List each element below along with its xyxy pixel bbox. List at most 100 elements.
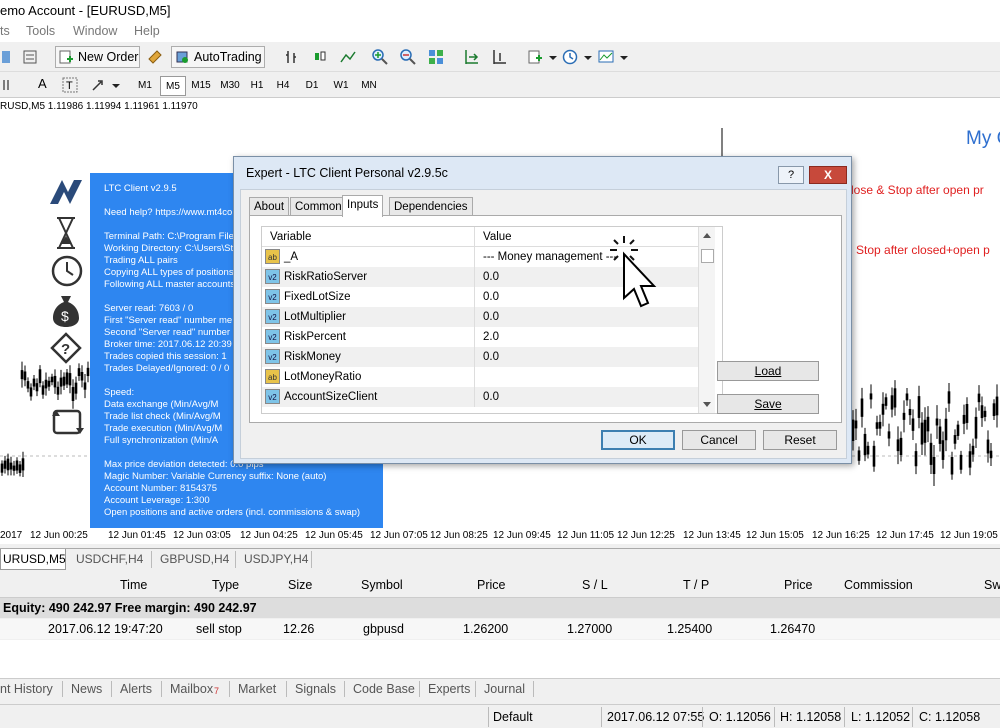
menu-item-help[interactable]: Help	[134, 24, 160, 38]
input-row[interactable]: v2 AccountSizeClient 0.0	[262, 387, 698, 407]
market-watch-icon[interactable]	[22, 49, 38, 65]
ok-button[interactable]: OK	[601, 430, 675, 450]
line-chart-icon[interactable]	[340, 49, 356, 65]
timeframe-mn[interactable]: MN	[356, 76, 382, 96]
tab-news[interactable]: News	[71, 682, 102, 696]
input-value[interactable]: 0.0	[483, 387, 499, 407]
zoom-in-icon[interactable]	[372, 49, 388, 65]
input-value[interactable]: --- Money management ---	[483, 247, 617, 267]
scroll-up-icon[interactable]	[702, 231, 712, 239]
status-open: O: 1.12056	[709, 710, 771, 724]
tab-dependencies[interactable]: Dependencies	[389, 197, 473, 216]
timeframe-m5[interactable]: M5	[160, 76, 186, 96]
chart-tab-usdjpy[interactable]: USDJPY,H4	[244, 549, 308, 570]
input-value[interactable]: 0.0	[483, 287, 499, 307]
terminal-empty-area	[0, 640, 1000, 678]
col-type[interactable]: Type	[212, 578, 239, 592]
input-value[interactable]: 0.0	[483, 347, 499, 367]
time-axis-label: 2017	[0, 530, 23, 541]
timeframe-h1[interactable]: H1	[246, 76, 268, 96]
tab-account-history[interactable]: nt History	[0, 682, 53, 696]
timeframe-w1[interactable]: W1	[328, 76, 354, 96]
candle-body	[18, 464, 22, 473]
tab-inputs[interactable]: Inputs	[342, 195, 384, 217]
col-symbol[interactable]: Symbol	[361, 578, 403, 592]
tab-market[interactable]: Market	[238, 682, 276, 696]
autotrading-button[interactable]: AutoTrading	[171, 46, 265, 68]
time-axis-label: 12 Jun 16:25	[812, 530, 870, 541]
zoom-out-icon[interactable]	[400, 49, 416, 65]
bar-chart-icon[interactable]	[284, 49, 300, 65]
profiles-icon[interactable]	[0, 49, 16, 65]
col-time[interactable]: Time	[120, 578, 147, 592]
time-axis-label: 12 Jun 08:25	[430, 530, 488, 541]
save-button[interactable]: Save	[717, 394, 819, 414]
candle-body	[56, 386, 60, 395]
tab-about[interactable]: About	[249, 197, 290, 216]
input-value[interactable]: 0.0	[483, 307, 499, 327]
help-button[interactable]: ?	[778, 166, 804, 184]
header-variable[interactable]: Variable	[270, 227, 311, 247]
col-price-current[interactable]: Price	[784, 578, 812, 592]
tab-experts[interactable]: Experts	[428, 682, 470, 696]
periods-clock-icon[interactable]	[562, 49, 578, 65]
arrows-icon[interactable]	[90, 77, 106, 93]
text-tool-icon[interactable]: A	[38, 76, 47, 91]
col-price[interactable]: Price	[477, 578, 505, 592]
input-row[interactable]: v2 RiskPercent 2.0	[262, 327, 698, 347]
metaeditor-icon[interactable]	[147, 49, 163, 65]
time-axis: 2017 12 Jun 00:25 12 Jun 01:45 12 Jun 03:05…	[0, 528, 1000, 544]
scrollbar-thumb[interactable]	[701, 249, 714, 263]
chart-tab-gbpusd[interactable]: GBPUSD,H4	[160, 549, 229, 570]
tab-code-base[interactable]: Code Base	[353, 682, 415, 696]
cancel-button[interactable]: Cancel	[682, 430, 756, 450]
candle-body	[893, 388, 897, 408]
indicators-icon[interactable]	[528, 49, 544, 65]
tab-journal[interactable]: Journal	[484, 682, 525, 696]
timeframe-m15[interactable]: M15	[188, 76, 214, 96]
input-value[interactable]: 0.0	[483, 267, 499, 287]
grid-scrollbar[interactable]	[698, 227, 715, 413]
menu-item-file[interactable]: ts	[0, 24, 10, 38]
candle-body	[26, 381, 30, 389]
tab-alerts[interactable]: Alerts	[120, 682, 152, 696]
input-row[interactable]: ab LotMoneyRatio	[262, 367, 698, 387]
chevron-down-icon[interactable]	[545, 49, 561, 65]
scroll-down-icon[interactable]	[702, 401, 712, 409]
tile-windows-icon[interactable]	[428, 49, 444, 65]
tab-common[interactable]: Common	[290, 197, 347, 216]
col-commission[interactable]: Commission	[844, 578, 913, 592]
input-value[interactable]: 2.0	[483, 327, 499, 347]
chart-tab-usdchf[interactable]: USDCHF,H4	[76, 549, 143, 570]
menu-item-tools[interactable]: Tools	[26, 24, 55, 38]
candlestick-icon[interactable]	[312, 49, 328, 65]
timeframe-d1[interactable]: D1	[301, 76, 323, 96]
templates-icon[interactable]	[598, 49, 614, 65]
timeframe-m30[interactable]: M30	[216, 76, 244, 96]
chart-tab-eurusd[interactable]: URUSD,M5	[0, 549, 66, 570]
line-tools-icon[interactable]	[2, 77, 18, 93]
new-order-button[interactable]: New Order	[55, 46, 140, 68]
col-sl[interactable]: S / L	[582, 578, 608, 592]
text-label-icon[interactable]: T	[62, 77, 78, 93]
chevron-down-icon-3[interactable]	[616, 49, 632, 65]
table-row[interactable]: 2017.06.12 19:47:20 sell stop 12.26 gbpu…	[0, 619, 1000, 639]
chart-autoscroll-icon[interactable]	[463, 49, 479, 65]
load-button[interactable]: Load	[717, 361, 819, 381]
tab-signals[interactable]: Signals	[295, 682, 336, 696]
input-row[interactable]: v2 RiskMoney 0.0	[262, 347, 698, 367]
close-button[interactable]: X	[809, 166, 847, 184]
timeframe-h4[interactable]: H4	[272, 76, 294, 96]
timeframe-m1[interactable]: M1	[132, 76, 158, 96]
tab-mailbox[interactable]: Mailbox	[170, 682, 213, 696]
header-value[interactable]: Value	[474, 227, 512, 247]
chart-shift-icon[interactable]	[491, 49, 507, 65]
menu-item-window[interactable]: Window	[73, 24, 117, 38]
chevron-down-icon-4[interactable]	[108, 77, 124, 93]
chevron-down-icon-2[interactable]	[580, 49, 596, 65]
col-size[interactable]: Size	[288, 578, 312, 592]
col-tp[interactable]: T / P	[683, 578, 709, 592]
col-swap[interactable]: Sw	[984, 578, 1000, 592]
reset-button[interactable]: Reset	[763, 430, 837, 450]
load-label: Load	[754, 364, 782, 378]
